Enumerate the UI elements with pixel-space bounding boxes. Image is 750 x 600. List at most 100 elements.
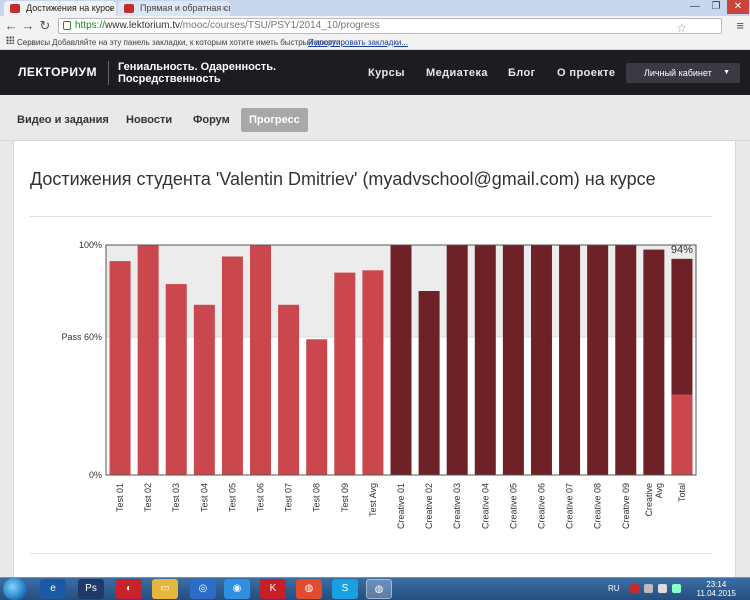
x-tick-label: Creative 01 [396,483,406,529]
bar-total-test-part [671,394,693,475]
bar-creative-07 [559,245,581,475]
bookmark-star-icon[interactable]: ☆ [676,21,687,35]
lektorium-favicon-icon [124,4,134,13]
close-tab-icon[interactable]: × [222,1,227,16]
site-header: ЛЕКТОРИУМ Гениальность. Одаренность. Пос… [0,50,750,95]
x-tick-label: Test 09 [340,483,350,512]
close-window-icon[interactable]: ✕ [727,0,749,14]
network-icon[interactable]: ◎ [190,579,216,599]
x-tick-label: Creative 07 [565,483,575,529]
bookmarks-bar: Сервисы Добавляйте на эту панель закладк… [0,36,750,50]
browser-tab-feedback[interactable]: Прямая и обратная связ × [118,1,230,16]
tab-forum[interactable]: Форум [185,108,238,132]
nav-media[interactable]: Медиатека [426,67,488,79]
clock[interactable]: 23:14 11.04.2015 [697,580,736,598]
tab-videos[interactable]: Видео и задания [9,108,117,132]
x-tick-label: Creative 08 [593,483,603,529]
bar-test-07 [278,304,300,475]
media-app-icon[interactable]: ◐ [116,579,142,599]
clock-time: 23:14 [706,580,727,589]
language-indicator[interactable]: RU [608,584,620,593]
kaspersky-icon[interactable]: K [260,579,286,599]
folder-icon[interactable]: ▭ [152,579,178,599]
x-tick-label: Test 08 [312,483,322,512]
caret-down-icon: ▼ [723,69,730,76]
restore-window-icon[interactable]: ❐ [705,0,727,14]
bar-test-avg [362,270,384,475]
lektorium-favicon-icon [10,4,20,13]
x-tick-label: Creative [644,483,654,517]
apps-bookmark[interactable]: Сервисы [17,36,50,49]
bar-creative-06 [530,245,552,475]
x-tick-label: Test 07 [284,483,294,512]
chrome-icon[interactable]: ◍ [296,579,322,599]
browser-toolbar: ← → ↻ https://www.lektorium.tv/mooc/cour… [0,16,750,36]
nav-blog[interactable]: Блог [508,67,536,79]
lock-icon [63,21,71,30]
progress-chart: 0% Pass 60% 100% Test 01 Test 02 Test 03 Test … [61,240,697,529]
logo-divider [108,61,109,85]
url-path: /mooc/courses/TSU/PSY1/2014_10/progress [180,20,380,31]
chrome-active-icon[interactable]: ◍ [366,579,392,599]
personal-cabinet-label: Личный кабинет [644,68,712,78]
bar-creative-avg [643,249,665,475]
bar-creative-02 [418,291,440,475]
x-tick-label: Test 03 [171,483,181,512]
browser-menu-icon[interactable]: ≡ [736,18,744,33]
tab-news[interactable]: Новости [118,108,180,132]
reload-icon[interactable]: ↻ [37,18,53,34]
minimize-window-icon[interactable]: — [684,0,706,14]
url-host: www.lektorium.tv [105,20,181,31]
y-tick-label: 100% [79,240,102,250]
volume-icon[interactable] [658,584,667,593]
site-logo[interactable]: ЛЕКТОРИУМ [18,65,97,79]
system-tray: RU 23:14 11.04.2015 [600,578,750,600]
course-tabs: Видео и задания Новости Форум Прогресс [0,95,750,141]
x-tick-label: Creative 05 [508,483,518,529]
skype-icon[interactable]: S [332,579,358,599]
bar-creative-01 [390,245,412,475]
bar-test-04 [193,304,215,475]
browser-tabstrip: Достижения на курсе PS × Прямая и обратн… [0,0,750,16]
total-value-label: 94% [671,244,693,256]
nav-about[interactable]: О проекте [557,67,615,79]
x-tick-label: Test 01 [115,483,125,512]
chart-bottom-divider [30,553,712,554]
photoshop-icon[interactable]: Ps [78,579,104,599]
nav-courses[interactable]: Курсы [368,67,405,79]
bookmarks-hint: Добавляйте на эту панель закладки, к кот… [52,38,343,47]
globe-icon[interactable]: ◉ [224,579,250,599]
back-arrow-icon[interactable]: ← [3,18,19,34]
network-tray-icon[interactable] [672,584,681,593]
tab-progress[interactable]: Прогресс [241,108,308,132]
x-tick-label: Total [677,483,687,502]
bar-creative-09 [615,245,637,475]
x-tick-label: Creative 06 [536,483,546,529]
clock-date: 11.04.2015 [696,589,736,598]
bar-test-01 [109,261,131,475]
apps-grid-icon[interactable] [6,36,14,44]
y-tick-label: 0% [89,470,102,480]
browser-tab-title: Прямая и обратная связ [140,3,230,13]
tray-app-icon[interactable] [630,584,639,593]
x-tick-label: Test 02 [143,483,153,512]
bar-creative-03 [446,245,468,475]
bar-test-03 [165,284,187,475]
x-tick-label: Creative 02 [424,483,434,529]
close-tab-icon[interactable]: × [108,1,113,16]
tray-flag-icon[interactable] [644,584,653,593]
x-tick-label: Creative 04 [480,483,490,529]
course-slogan: Гениальность. Одаренность. Посредственно… [118,61,277,85]
import-bookmarks-link[interactable]: Импортировать закладки... [308,36,408,49]
personal-cabinet-button[interactable]: Личный кабинет ▼ [626,63,740,83]
start-button[interactable] [3,578,27,600]
forward-arrow-icon[interactable]: → [20,18,36,34]
x-tick-label: Test 04 [199,483,209,512]
bar-creative-05 [502,245,524,475]
browser-tab-progress[interactable]: Достижения на курсе PS × [4,1,116,16]
bar-test-09 [334,272,356,475]
x-tick-label: Avg [654,483,664,498]
bar-test-05 [221,256,243,475]
address-bar[interactable]: https://www.lektorium.tv/mooc/courses/TS… [58,18,722,35]
explorer-icon[interactable]: e [40,579,66,599]
